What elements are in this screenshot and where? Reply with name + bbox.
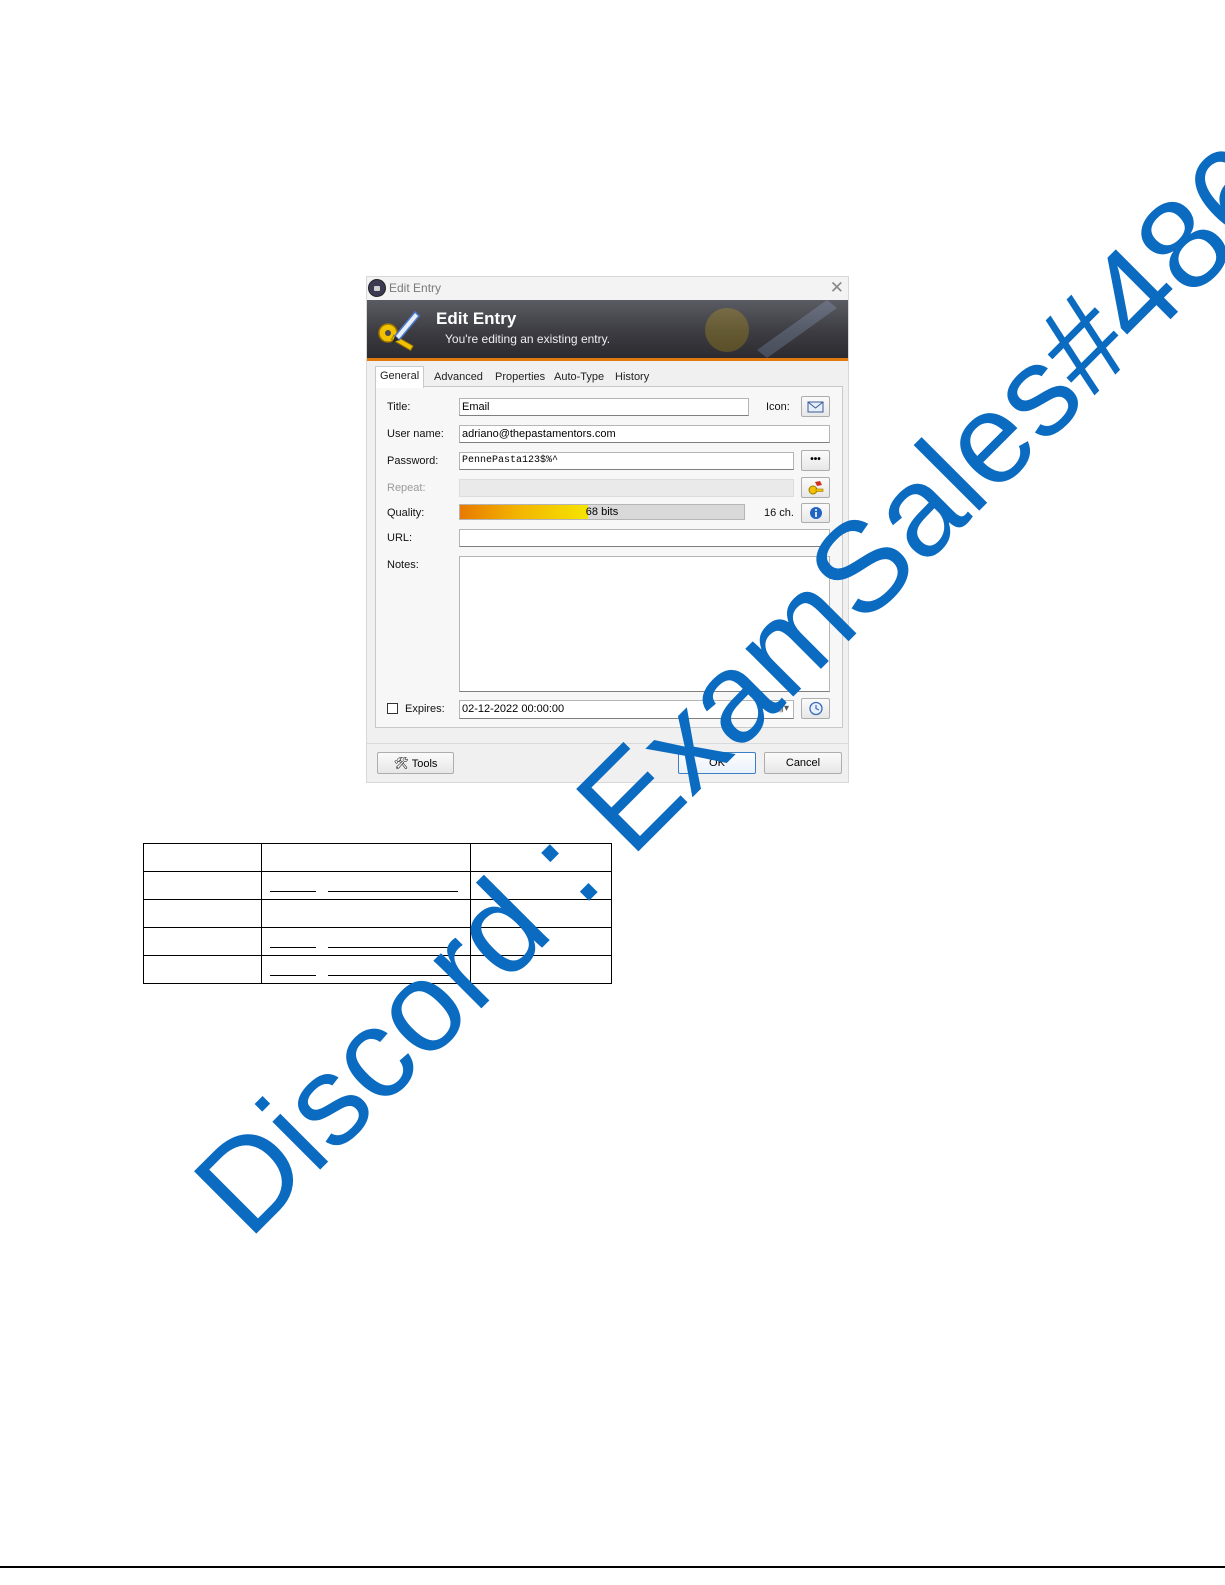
quality-bar: 68 bits <box>459 504 745 520</box>
banner-title: Edit Entry <box>436 309 517 328</box>
window-title: Edit Entry <box>389 281 442 295</box>
notes-label: Notes: <box>387 559 419 571</box>
show-password-button[interactable]: ••• <box>801 450 830 471</box>
cancel-button[interactable]: Cancel <box>764 752 842 774</box>
repeat-label: Repeat: <box>387 482 426 494</box>
expires-label: Expires: <box>405 703 445 715</box>
page-bottom-rule <box>0 1566 1225 1568</box>
header-banner: Edit Entry You're editing an existing en… <box>367 300 848 361</box>
password-generator-button[interactable] <box>801 477 830 498</box>
icon-picker-button[interactable] <box>801 396 830 417</box>
tab-auto-type[interactable]: Auto-Type <box>550 369 608 386</box>
keepass-lock-icon <box>368 279 386 297</box>
banner-decoration-icon <box>705 300 837 358</box>
password-label: Password: <box>387 455 439 467</box>
blank-line <box>270 891 316 892</box>
repeat-password-input <box>459 479 794 497</box>
icon-label: Icon: <box>766 401 790 413</box>
url-input[interactable] <box>459 529 830 547</box>
tab-general[interactable]: General <box>375 366 425 388</box>
expires-checkbox[interactable] <box>387 703 398 714</box>
blank-line <box>270 975 316 976</box>
envelope-icon <box>807 401 824 413</box>
username-label: User name: <box>387 428 444 440</box>
title-label: Title: <box>387 401 411 413</box>
key-pen-icon <box>378 310 421 352</box>
key-generator-icon <box>808 481 823 495</box>
blank-line <box>270 947 316 948</box>
tab-properties[interactable]: Properties <box>491 369 549 386</box>
tools-button-label: Tools <box>411 758 438 770</box>
password-input[interactable]: PennePasta123$%^ <box>459 452 794 470</box>
quality-bits-text: 68 bits <box>585 506 619 518</box>
tools-icon: 🛠 <box>393 756 409 770</box>
banner-subtitle: You're editing an existing entry. <box>445 332 611 346</box>
tools-button[interactable]: 🛠 Tools <box>377 752 454 774</box>
window-titlebar: Edit Entry ✕ <box>367 277 848 300</box>
tab-history[interactable]: History <box>611 369 653 386</box>
quality-label: Quality: <box>387 507 425 519</box>
url-label: URL: <box>387 532 413 544</box>
expiry-date-value: 02-12-2022 00:00:00 <box>462 703 565 715</box>
password-length-text: 16 ch. <box>764 507 794 519</box>
close-icon[interactable]: ✕ <box>830 278 844 298</box>
title-input[interactable]: Email <box>459 398 749 416</box>
username-input[interactable]: adriano@thepastamentors.com <box>459 425 830 443</box>
tab-advanced[interactable]: Advanced <box>430 369 487 386</box>
